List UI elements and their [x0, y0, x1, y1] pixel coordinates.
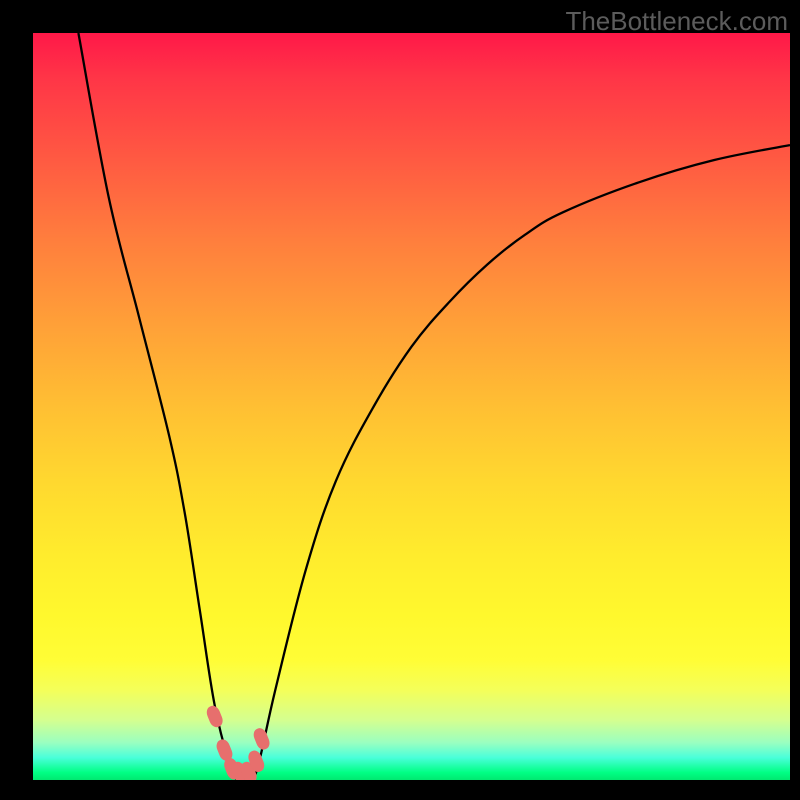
chart-container: TheBottleneck.com	[0, 0, 800, 800]
curve-line	[78, 33, 790, 780]
plot-area	[33, 33, 790, 780]
highlight-markers	[205, 704, 272, 780]
curve-svg	[33, 33, 790, 780]
bottleneck-curve	[78, 33, 790, 780]
highlight-dot	[205, 704, 225, 729]
watermark-text: TheBottleneck.com	[565, 6, 788, 37]
highlight-dot	[251, 726, 271, 751]
